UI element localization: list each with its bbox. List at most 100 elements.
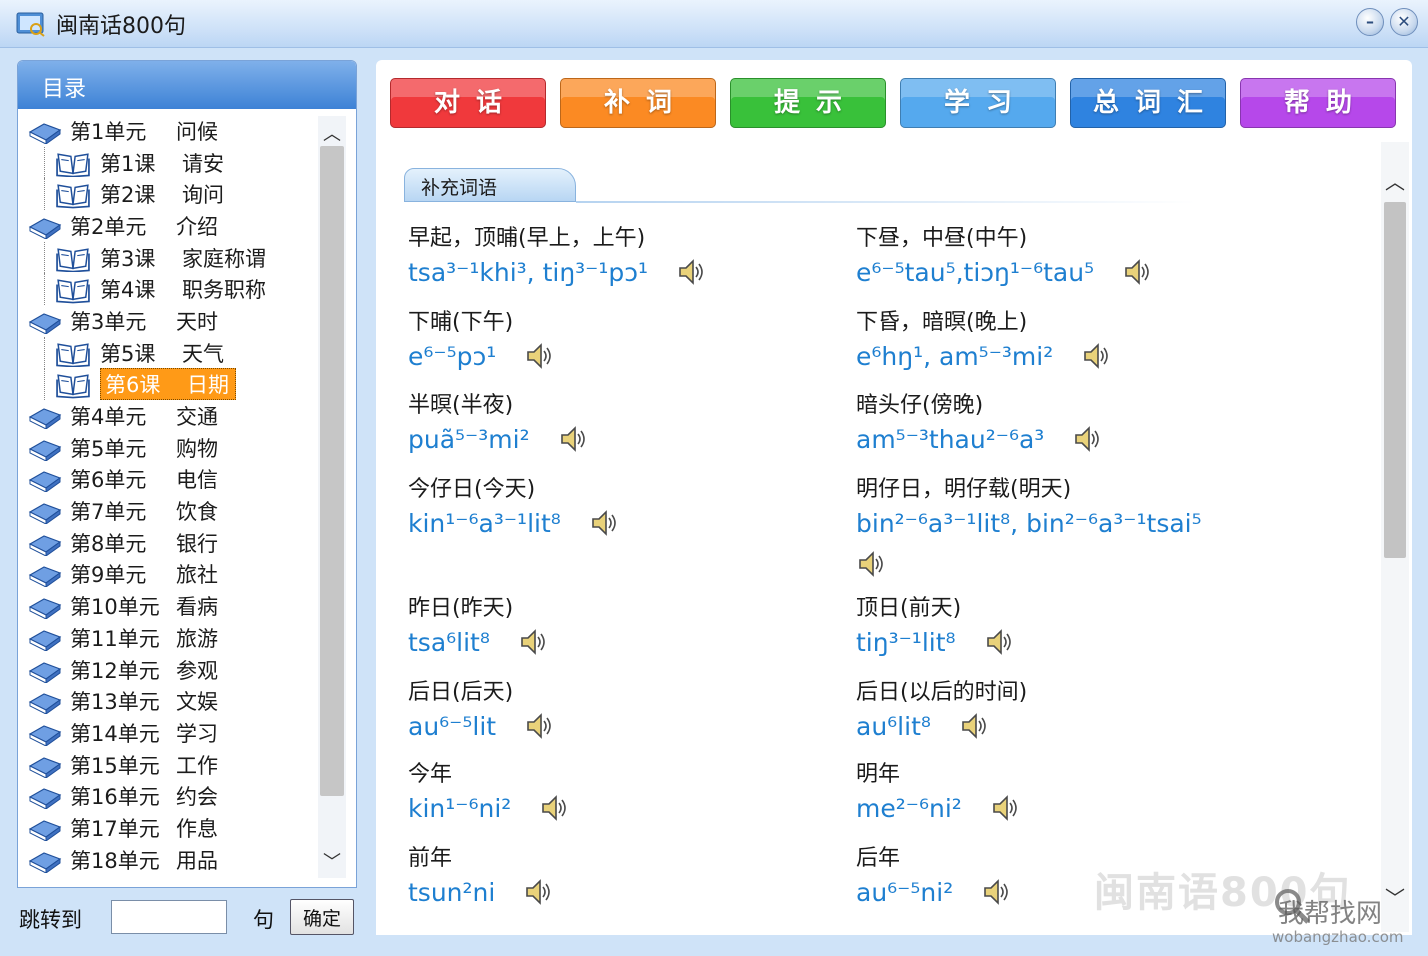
scroll-up-icon[interactable]: ︿: [318, 120, 346, 148]
speaker-icon[interactable]: [558, 424, 588, 454]
scroll-up-icon[interactable]: ︿: [1381, 166, 1409, 194]
tree-unit-item[interactable]: 第14单元 学习: [24, 717, 324, 749]
tree-lesson-item[interactable]: 第6课 日期: [24, 368, 324, 401]
confirm-button[interactable]: 确定: [290, 899, 354, 935]
vocab-chinese: 今仔日(今天): [408, 477, 536, 502]
tree-lesson-item[interactable]: 第1课 请安: [24, 146, 324, 179]
speaker-icon[interactable]: [959, 711, 989, 741]
tree-item-name: 交通: [176, 405, 218, 430]
tree-item-number: 第3课: [100, 246, 156, 271]
speaker-icon[interactable]: [1072, 424, 1102, 454]
speaker-icon[interactable]: [676, 257, 706, 287]
toolbar-button[interactable]: 补词: [560, 78, 716, 128]
tree-unit-item[interactable]: 第12单元 参观: [24, 654, 324, 686]
tree-unit-item[interactable]: 第10单元 看病: [24, 590, 324, 622]
speaker-icon[interactable]: [539, 793, 569, 823]
tree-lesson-item[interactable]: 第2课 询问: [24, 178, 324, 211]
tree-item-name: 询问: [182, 183, 224, 208]
tree-item-number: 第8单元: [70, 531, 147, 556]
speaker-icon[interactable]: [984, 627, 1014, 657]
toolbar-button[interactable]: 提示: [730, 78, 886, 128]
tree-item-number: 第10单元: [70, 595, 160, 620]
catalog-scrollbar[interactable]: ︿ ﹀: [318, 116, 346, 878]
jump-label: 跳转到: [19, 908, 82, 932]
tree-lesson-item[interactable]: 第5课 天气: [24, 336, 324, 369]
speaker-icon[interactable]: [524, 341, 554, 371]
speaker-icon[interactable]: [518, 627, 548, 657]
vocab-romanization: kin¹⁻⁶a³⁻¹lit⁸: [408, 508, 561, 538]
vocab-romanization-row: me²⁻⁶ni²: [856, 788, 1368, 828]
tree-item-name: 看病: [176, 595, 218, 620]
tree-unit-item[interactable]: 第3单元 天时: [24, 305, 324, 337]
speaker-icon[interactable]: [981, 877, 1011, 907]
jump-input[interactable]: [111, 900, 227, 934]
speaker-icon[interactable]: [1122, 257, 1152, 287]
vocab-romanization: puã⁵⁻³mi²: [408, 424, 530, 454]
vocab-list: 早起，顶晡(早上，上午) tsa³⁻¹khi³, tiŋ³⁻¹pɔ¹ 下昼，中昼(中…: [408, 220, 1368, 934]
tree-item-label: 第2课 询问: [100, 179, 224, 209]
tree-item-name: 天时: [176, 309, 218, 334]
tree-unit-item[interactable]: 第5单元 购物: [24, 432, 324, 464]
vocab-romanization-row: kin¹⁻⁶ni²: [408, 788, 848, 828]
tree-item-number: 第18单元: [70, 848, 160, 873]
open-book-icon: [56, 276, 90, 304]
tree-item-number: 第2单元: [70, 214, 147, 239]
toolbar-button[interactable]: 学习: [900, 78, 1056, 128]
close-button[interactable]: ✕: [1390, 8, 1418, 36]
tree-item-number: 第12单元: [70, 658, 160, 683]
scroll-down-icon[interactable]: ﹀: [1381, 882, 1409, 910]
window-title: 闽南话800句: [56, 14, 186, 39]
vocab-entry: 下昼，中昼(中午) e⁶⁻⁵tau⁵,tiɔŋ¹⁻⁶tau⁵: [856, 220, 1368, 292]
tree-item-number: 第5单元: [70, 436, 147, 461]
toolbar-button[interactable]: 帮助: [1240, 78, 1396, 128]
tree-item-name: 问候: [176, 119, 218, 144]
toolbar-button[interactable]: 总词汇: [1070, 78, 1226, 128]
tree-unit-item[interactable]: 第9单元 旅社: [24, 559, 324, 591]
speaker-icon[interactable]: [589, 508, 619, 538]
speaker-icon[interactable]: [524, 711, 554, 741]
tree-unit-item[interactable]: 第11单元 旅游: [24, 622, 324, 654]
book-icon: [28, 118, 62, 145]
tree-unit-item[interactable]: 第18单元 用品: [24, 844, 324, 876]
tree-unit-item[interactable]: 第1单元 问候: [24, 115, 324, 147]
content-scrollbar[interactable]: ︿ ﹀: [1381, 142, 1409, 932]
tree-unit-item[interactable]: 第2单元 介绍: [24, 210, 324, 242]
speaker-icon[interactable]: [1081, 341, 1111, 371]
vocab-chinese: 下晡(下午): [408, 310, 514, 335]
vocab-romanization-row: puã⁵⁻³mi²: [408, 419, 848, 459]
tree-item-label: 第5课 天气: [100, 338, 224, 368]
tree-item-number: 第16单元: [70, 785, 160, 810]
tree-unit-item[interactable]: 第17单元 作息: [24, 812, 324, 844]
scrollbar-thumb[interactable]: [320, 146, 344, 796]
watermark-site-name: 我帮找网: [1278, 899, 1383, 929]
vocab-romanization-row: tsun²ni: [408, 872, 848, 912]
tree-lesson-item[interactable]: 第4课 职务职称: [24, 273, 324, 306]
tree-item-label: 第1单元 问候: [70, 116, 218, 146]
tree-item-label: 第2单元 介绍: [70, 211, 218, 241]
vocab-romanization-row: e⁶⁻⁵tau⁵,tiɔŋ¹⁻⁶tau⁵: [856, 252, 1368, 292]
scroll-down-icon[interactable]: ﹀: [318, 848, 346, 876]
vocab-romanization: tsa⁶lit⁸: [408, 627, 490, 657]
scrollbar-thumb[interactable]: [1384, 202, 1406, 558]
tree-item-name: 工作: [176, 753, 218, 778]
vocab-entry: 下昏，暗暝(晚上) e⁶hŋ¹, am⁵⁻³mi²: [856, 304, 1368, 376]
vocab-romanization: au⁶⁻⁵ni²: [856, 877, 954, 907]
tree-item-label: 第4单元 交通: [70, 401, 218, 431]
tree-unit-item[interactable]: 第6单元 电信: [24, 464, 324, 496]
book-icon: [28, 466, 62, 494]
speaker-icon[interactable]: [856, 549, 886, 579]
speaker-icon[interactable]: [523, 877, 553, 907]
minimize-button[interactable]: –: [1356, 8, 1384, 36]
speaker-icon[interactable]: [990, 793, 1020, 823]
tree-unit-item[interactable]: 第13单元 文娱: [24, 685, 324, 717]
tree-unit-item[interactable]: 第8单元 银行: [24, 527, 324, 559]
tree-unit-item[interactable]: 第15单元 工作: [24, 749, 324, 781]
toolbar-button[interactable]: 对话: [390, 78, 546, 128]
tree-unit-item[interactable]: 第4单元 交通: [24, 400, 324, 432]
vocab-romanization: bin²⁻⁶a³⁻¹lit⁸, bin²⁻⁶a³⁻¹tsai⁵: [856, 508, 1202, 538]
tree-lesson-item[interactable]: 第3课 家庭称谓: [24, 241, 324, 274]
vocab-romanization-row: am⁵⁻³thau²⁻⁶a³: [856, 419, 1368, 459]
tree-item-name: 职务职称: [182, 278, 266, 303]
tree-unit-item[interactable]: 第16单元 约会: [24, 780, 324, 812]
tree-unit-item[interactable]: 第7单元 饮食: [24, 495, 324, 527]
